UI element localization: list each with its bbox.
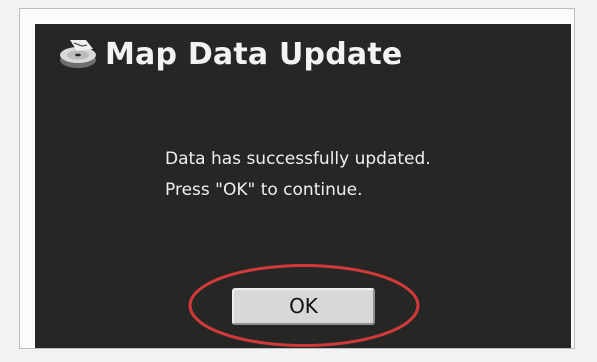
dialog-message: Data has successfully updated. Press "OK… — [165, 144, 525, 206]
screenshot-frame: Map Data Update Data has successfully up… — [0, 0, 597, 362]
message-line-1: Data has successfully updated. — [165, 149, 431, 169]
dialog-title: Map Data Update — [105, 37, 403, 72]
ok-button[interactable]: OK — [232, 288, 375, 325]
message-line-2: Press "OK" to continue. — [165, 180, 363, 200]
map-disc-icon — [60, 40, 96, 68]
